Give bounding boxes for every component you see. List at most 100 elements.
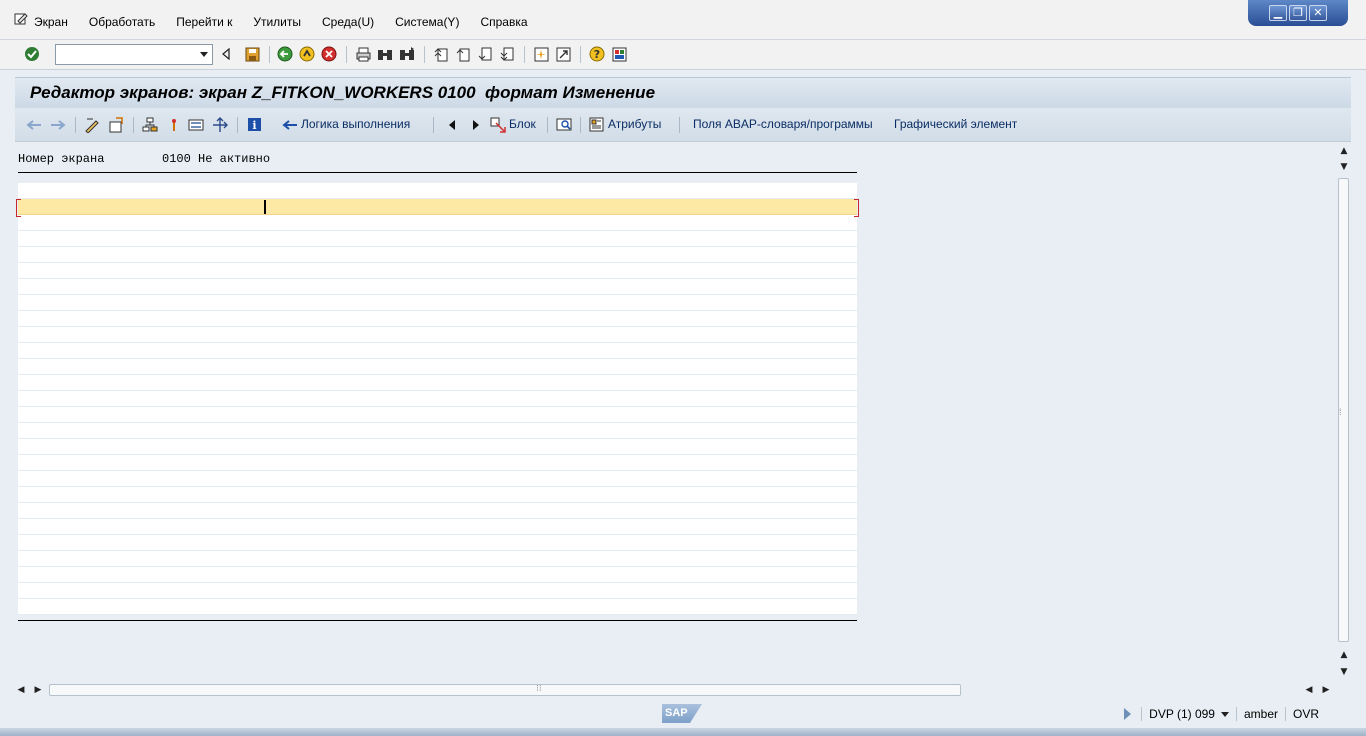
graphic-element-button[interactable]: Графический элемент — [894, 117, 1017, 131]
new-session-icon[interactable] — [532, 45, 550, 63]
layout-grid[interactable] — [16, 183, 859, 615]
scroll-bottom-icon[interactable]: ▼ — [1338, 666, 1350, 678]
vertical-scrollbar[interactable]: ▲ ▼ ⁞ ▲ ▼ — [1336, 142, 1351, 682]
print-icon[interactable] — [354, 45, 372, 63]
next-page-icon[interactable] — [476, 45, 494, 63]
grid-row[interactable] — [18, 263, 857, 279]
restore-button[interactable]: ❐ — [1289, 5, 1307, 21]
scroll-down-icon[interactable]: ▲ — [1338, 649, 1350, 661]
cancel-icon[interactable] — [320, 45, 338, 63]
block-icon[interactable] — [489, 116, 506, 133]
history-back-icon[interactable] — [217, 45, 235, 63]
menu-screen[interactable]: Экран — [34, 15, 68, 29]
grid-row[interactable] — [18, 327, 857, 343]
arrow-right-icon[interactable] — [49, 116, 66, 133]
close-button[interactable]: ✕ — [1309, 5, 1327, 21]
scroll-left-icon[interactable]: ◀ — [15, 684, 27, 696]
info-icon[interactable]: i — [246, 116, 263, 133]
chevron-down-icon[interactable] — [1220, 712, 1229, 718]
minimize-button[interactable]: ▁ — [1269, 5, 1287, 21]
flow-logic-arrow-icon[interactable] — [281, 116, 298, 133]
grid-row[interactable] — [18, 599, 857, 615]
grid-row[interactable] — [18, 375, 857, 391]
scroll-right-end-icon[interactable]: ▶ — [1320, 684, 1332, 696]
grid-row[interactable] — [18, 391, 857, 407]
first-page-icon[interactable] — [432, 45, 450, 63]
grid-row[interactable] — [18, 295, 857, 311]
grid-row[interactable] — [18, 247, 857, 263]
attributes-icon[interactable] — [588, 116, 605, 133]
previous-screen-icon[interactable] — [443, 116, 460, 133]
scroll-up-icon[interactable]: ▼ — [1338, 161, 1350, 173]
where-used-icon[interactable] — [165, 116, 182, 133]
menu-icon[interactable] — [14, 12, 28, 26]
test-icon[interactable] — [555, 116, 572, 133]
system-info[interactable]: DVP (1) 099 — [1141, 707, 1236, 721]
layout-editor-icon[interactable] — [187, 116, 204, 133]
hierarchy-icon[interactable] — [141, 116, 158, 133]
grid-row[interactable] — [18, 567, 857, 583]
grid-row[interactable] — [18, 279, 857, 295]
attributes-button[interactable]: Атрибуты — [608, 117, 661, 131]
enter-icon[interactable] — [23, 45, 41, 63]
flow-logic-button[interactable]: Логика выполнения — [301, 117, 410, 131]
last-page-icon[interactable] — [498, 45, 516, 63]
next-screen-icon[interactable] — [467, 116, 484, 133]
grid-row[interactable] — [18, 455, 857, 471]
scroll-right-icon[interactable]: ▶ — [32, 684, 44, 696]
previous-page-icon[interactable] — [454, 45, 472, 63]
insert-mode[interactable]: OVR — [1284, 707, 1326, 721]
arrow-left-icon[interactable] — [25, 116, 42, 133]
shortcut-icon[interactable] — [554, 45, 572, 63]
block-button[interactable]: Блок — [509, 117, 536, 131]
grid-row[interactable] — [18, 311, 857, 327]
exit-icon[interactable] — [298, 45, 316, 63]
menu-goto[interactable]: Перейти к — [176, 15, 232, 29]
scroll-top-icon[interactable]: ▲ — [1338, 145, 1350, 157]
menu-system[interactable]: Система(Y) — [395, 15, 459, 29]
grid-row[interactable] — [18, 231, 857, 247]
command-field[interactable] — [55, 44, 213, 65]
active-row[interactable] — [16, 199, 859, 217]
menu-edit[interactable]: Обработать — [89, 15, 155, 29]
grid-row[interactable] — [18, 215, 857, 231]
status-expand-icon[interactable] — [1124, 708, 1132, 720]
layout-icon[interactable] — [610, 45, 628, 63]
grid-row[interactable] — [18, 183, 857, 199]
menu-environment[interactable]: Среда(U) — [322, 15, 374, 29]
scroll-left-end-icon[interactable]: ◀ — [1303, 684, 1315, 696]
sap-logo: SAP — [662, 704, 702, 723]
grid-row[interactable] — [18, 519, 857, 535]
back-icon[interactable] — [276, 45, 294, 63]
save-icon[interactable] — [243, 45, 261, 63]
chevron-down-icon[interactable] — [200, 52, 208, 57]
divider-bottom — [18, 620, 857, 621]
screen-editor-area: Номер экрана 0100 Не активно — [15, 142, 1335, 682]
grid-row[interactable] — [18, 535, 857, 551]
toolbar-separator — [580, 117, 581, 133]
grid-row[interactable] — [18, 343, 857, 359]
dictionary-fields-button[interactable]: Поля ABAP-словаря/программы — [693, 117, 873, 131]
grid-row[interactable] — [18, 503, 857, 519]
page-title: Редактор экранов: экран Z_FITKON_WORKERS… — [30, 83, 656, 102]
grid-row[interactable] — [18, 439, 857, 455]
horizontal-scroll-track[interactable]: ⁝⁝ — [49, 683, 961, 696]
grid-row[interactable] — [18, 423, 857, 439]
activate-icon[interactable] — [107, 116, 124, 133]
grid-row[interactable] — [18, 359, 857, 375]
menu-help[interactable]: Справка — [480, 15, 527, 29]
find-icon[interactable] — [376, 45, 394, 63]
toolbar-separator — [346, 46, 347, 63]
grid-row[interactable] — [18, 487, 857, 503]
grid-row[interactable] — [18, 407, 857, 423]
navigation-icon[interactable] — [211, 116, 228, 133]
grid-row[interactable] — [18, 551, 857, 567]
help-icon[interactable]: ? — [588, 45, 606, 63]
find-next-icon[interactable] — [398, 45, 416, 63]
menu-utilities[interactable]: Утилиты — [253, 15, 301, 29]
grid-row[interactable] — [18, 471, 857, 487]
horizontal-scrollbar[interactable]: ◀ ▶ ⁝⁝ ◀ ▶ — [15, 682, 1335, 697]
display-change-icon[interactable] — [83, 116, 100, 133]
grid-row[interactable] — [18, 583, 857, 599]
toolbar-separator — [547, 117, 548, 133]
